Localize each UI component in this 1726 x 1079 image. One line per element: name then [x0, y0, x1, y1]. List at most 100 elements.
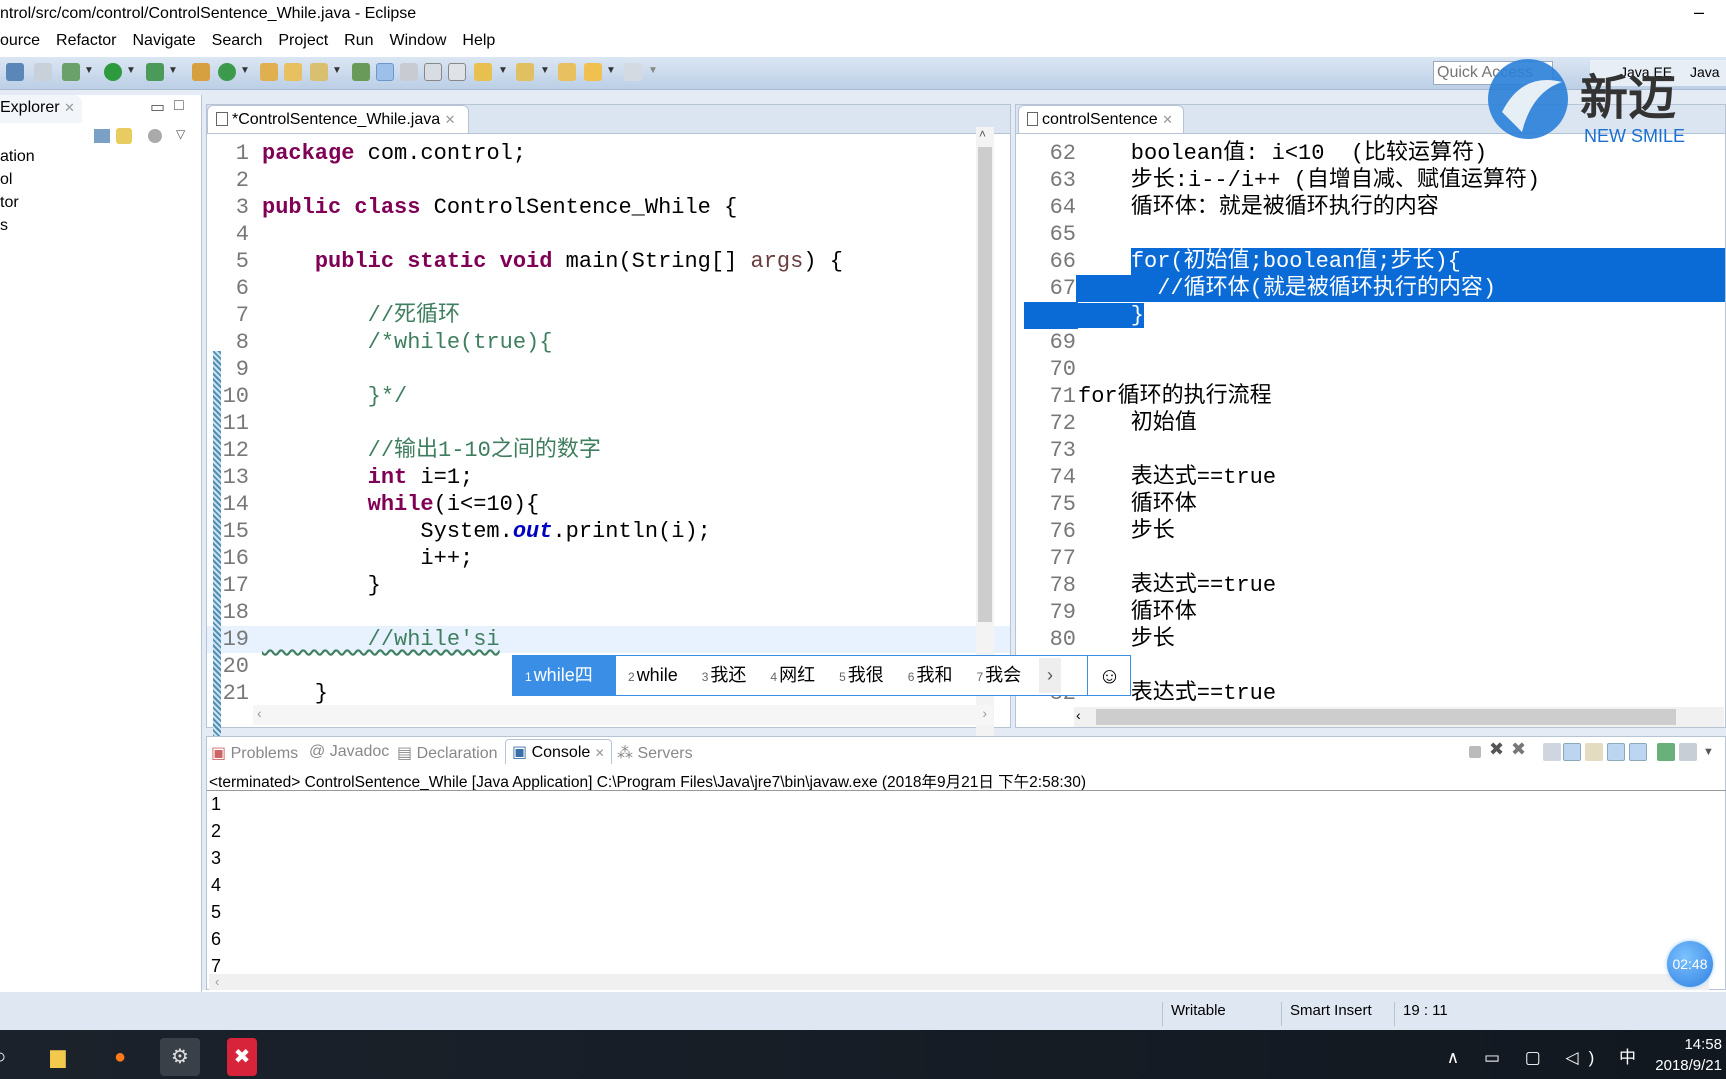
scroll-left-icon[interactable]: ‹	[257, 705, 262, 721]
code-line[interactable]: 10 }*/	[207, 383, 1010, 410]
remove-launch-icon[interactable]: ✖	[1489, 739, 1507, 759]
code-line[interactable]: 19 //while'si	[207, 626, 1010, 653]
tab-console[interactable]: ▣ Console ✕	[505, 739, 612, 764]
tab-declaration[interactable]: ▤ Declaration	[397, 743, 498, 763]
word-wrap-icon[interactable]	[1585, 743, 1603, 761]
ime-candidate[interactable]: 5 我很	[827, 656, 896, 695]
chevron-down-icon[interactable]: ▼	[126, 65, 136, 76]
firefox-icon[interactable]: ●	[100, 1038, 140, 1076]
clock[interactable]: 14:58 2018/9/21	[1655, 1034, 1722, 1076]
ime-candidate[interactable]: 4 网红	[758, 656, 827, 695]
code-area[interactable]: 1 package com.control; 2 3 public class Cont…	[207, 134, 1010, 727]
code-line[interactable]: 66 for(初始值;boolean值;步长){	[1016, 248, 1725, 275]
skip-breakpoints-icon[interactable]	[34, 63, 52, 81]
show-whitespace-icon[interactable]	[424, 63, 442, 81]
link-editor-icon[interactable]	[116, 128, 132, 144]
code-line[interactable]: 6	[207, 275, 1010, 302]
emoji-icon[interactable]: ☺	[1087, 656, 1131, 695]
scrollbar-thumb[interactable]	[978, 147, 992, 622]
tab-javadoc[interactable]: @ Javadoc	[309, 743, 389, 761]
code-line[interactable]: 75 循环体	[1016, 491, 1725, 518]
minimize-icon[interactable]: ▭	[150, 97, 165, 117]
code-line[interactable]: 15 System.out.println(i);	[207, 518, 1010, 545]
close-icon[interactable]: ✕	[64, 100, 75, 115]
code-line[interactable]: 17 }	[207, 572, 1010, 599]
collapse-all-icon[interactable]	[94, 129, 110, 143]
tree-item[interactable]: ation	[0, 148, 35, 166]
ime-next-page-icon[interactable]: ›	[1039, 658, 1061, 693]
open-folder-icon[interactable]	[284, 63, 302, 81]
pilcrow-icon[interactable]	[448, 63, 466, 81]
next-annotation-icon[interactable]	[474, 63, 492, 81]
close-icon[interactable]: ✕	[1162, 112, 1173, 127]
code-line[interactable]: 72 初始值	[1016, 410, 1725, 437]
minimize-button[interactable]: –	[1694, 2, 1704, 23]
code-line[interactable]: 71 for循环的执行流程	[1016, 383, 1725, 410]
code-line[interactable]: 69	[1016, 329, 1725, 356]
last-edit-icon[interactable]	[558, 63, 576, 81]
code-line[interactable]: 12 //输出1-10之间的数字	[207, 437, 1010, 464]
scroll-lock-icon[interactable]	[1563, 743, 1581, 761]
scrollbar-thumb[interactable]	[1096, 709, 1676, 725]
search-tool-icon[interactable]	[310, 63, 328, 81]
eclipse-icon[interactable]: ⚙	[160, 1038, 200, 1076]
external-tools-icon[interactable]	[146, 63, 164, 81]
ime-candidate[interactable]: 7 我会	[964, 656, 1033, 695]
chevron-down-icon[interactable]: ▼	[648, 65, 658, 76]
horizontal-scrollbar[interactable]: ‹ ›	[253, 705, 993, 725]
ime-candidate[interactable]: 3 我还	[690, 656, 759, 695]
code-line[interactable]: 68 }	[1016, 302, 1725, 329]
menu-window[interactable]: Window	[382, 30, 455, 57]
file-explorer-icon[interactable]: ▆	[38, 1038, 78, 1076]
remove-all-icon[interactable]: ✖	[1511, 739, 1529, 759]
code-line[interactable]: 4	[207, 221, 1010, 248]
chevron-down-icon[interactable]: ▼	[540, 65, 550, 76]
menu-search[interactable]: Search	[204, 30, 271, 57]
code-line[interactable]: 9	[207, 356, 1010, 383]
console-view-icon[interactable]	[6, 63, 24, 81]
new-java-project-icon[interactable]	[192, 63, 210, 81]
code-line[interactable]: 65	[1016, 221, 1725, 248]
tree-item[interactable]: ol	[0, 171, 12, 189]
ime-candidate[interactable]: 6 我和	[896, 656, 965, 695]
code-line[interactable]: 79 循环体	[1016, 599, 1725, 626]
code-line[interactable]: 13 int i=1;	[207, 464, 1010, 491]
chevron-down-icon[interactable]: ▼	[1703, 746, 1721, 764]
pin-icon[interactable]	[352, 63, 370, 81]
code-line[interactable]: 67 //循环体(就是被循环执行的内容)	[1016, 275, 1725, 302]
maximize-icon[interactable]: □	[174, 97, 184, 115]
horizontal-scrollbar[interactable]: ‹	[1074, 707, 1724, 727]
tree-item[interactable]: tor	[0, 194, 19, 212]
terminate-icon[interactable]	[1469, 746, 1481, 758]
text-area[interactable]: 62 boolean值: i<10 (比较运算符) 63 步长:i--/i++ (…	[1016, 134, 1725, 727]
back-arrow-icon[interactable]	[584, 63, 602, 81]
ime-candidate[interactable]: 2 while	[616, 656, 690, 695]
tab-servers[interactable]: ⁂ Servers	[617, 743, 693, 763]
code-line[interactable]: 7 //死循环	[207, 302, 1010, 329]
code-line[interactable]: 76 步长	[1016, 518, 1725, 545]
code-line[interactable]: 2	[207, 167, 1010, 194]
chevron-down-icon[interactable]: ▼	[84, 65, 94, 76]
scroll-up-icon[interactable]: ˄	[979, 127, 986, 141]
ime-candidate[interactable]: 1 while四	[513, 656, 616, 695]
close-icon[interactable]: ✕	[445, 112, 456, 127]
show-on-output-icon[interactable]	[1607, 743, 1625, 761]
scroll-left-icon[interactable]: ‹	[1076, 707, 1081, 723]
menu-run[interactable]: Run	[336, 30, 381, 57]
horizontal-scrollbar[interactable]: ‹	[209, 974, 1709, 990]
code-line[interactable]: 70	[1016, 356, 1725, 383]
search-icon[interactable]: ○	[0, 1038, 20, 1076]
menu-refactor[interactable]: Refactor	[48, 30, 124, 57]
mark-occurrences-icon[interactable]	[376, 63, 394, 81]
code-line[interactable]: 11	[207, 410, 1010, 437]
tab-controlsentence[interactable]: controlSentence ✕	[1018, 105, 1184, 133]
forward-arrow-icon[interactable]	[624, 63, 642, 81]
code-line[interactable]: 18	[207, 599, 1010, 626]
code-line[interactable]: 3 public class ControlSentence_While {	[207, 194, 1010, 221]
menu-source[interactable]: ource	[0, 30, 48, 57]
new-class-icon[interactable]	[218, 63, 236, 81]
menu-navigate[interactable]: Navigate	[125, 30, 204, 57]
pin-console-icon[interactable]	[1657, 743, 1675, 761]
system-tray[interactable]: ∧ ▭ ▢ ◁) 中	[1447, 1043, 1646, 1068]
clear-console-icon[interactable]	[1543, 743, 1561, 761]
